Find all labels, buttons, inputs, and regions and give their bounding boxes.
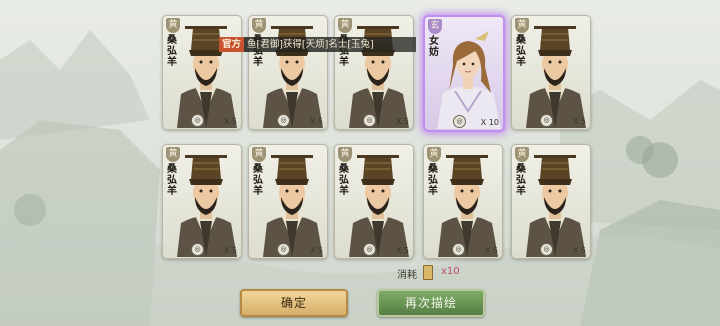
portrait-image [177, 155, 237, 257]
quality-icon: ◎ [191, 114, 204, 127]
card[interactable]: 黄 桑弘羊 ◎ X 5 [248, 144, 328, 259]
card[interactable]: 玄 女妨 ◎ X 10 [423, 15, 505, 132]
banner-text: 鱼[君御]获得[天烦]名士[玉兔] [247, 39, 374, 50]
confirm-button[interactable]: 确定 [240, 289, 348, 317]
card[interactable]: 黄 桑弘羊 ◎ X 5 [334, 15, 414, 130]
character-name: 桑弘羊 [253, 164, 263, 197]
card[interactable]: 黄 桑弘羊 ◎ X 5 [162, 15, 242, 130]
card-count: X 5 [395, 246, 409, 255]
card-count: X 10 [480, 118, 499, 127]
character-name: 桑弘羊 [516, 164, 526, 197]
cost-value: x10 [441, 266, 460, 277]
card-count: X 5 [395, 117, 409, 126]
scroll-icon [423, 265, 433, 280]
card-count: X 5 [309, 246, 323, 255]
card[interactable]: 黄 桑弘羊 ◎ X 5 [248, 15, 328, 130]
card-count: X 5 [484, 246, 498, 255]
quality-icon: ◎ [363, 114, 376, 127]
card-count: X 5 [572, 246, 586, 255]
card[interactable]: 黄 桑弘羊 ◎ X 5 [334, 144, 414, 259]
character-name: 女妨 [429, 36, 439, 58]
rank-badge: 黄 [427, 147, 441, 162]
rank-badge: 黄 [252, 147, 266, 162]
cost-label: 消耗 [397, 270, 417, 281]
rank-badge: 黄 [338, 147, 352, 162]
card[interactable]: 黄 桑弘羊 ◎ X 5 [511, 15, 591, 130]
quality-icon: ◎ [452, 243, 465, 256]
quality-icon: ◎ [540, 243, 553, 256]
rank-badge: 黄 [515, 147, 529, 162]
quality-icon: ◎ [277, 114, 290, 127]
rank-badge: 黄 [338, 18, 352, 33]
rank-badge: 黄 [166, 18, 180, 33]
quality-icon: ◎ [540, 114, 553, 127]
card[interactable]: 黄 桑弘羊 ◎ X 5 [162, 144, 242, 259]
portrait-image [526, 155, 586, 257]
quality-icon: ◎ [453, 115, 466, 128]
character-name: 桑弘羊 [167, 35, 177, 68]
quality-icon: ◎ [191, 243, 204, 256]
quality-icon: ◎ [277, 243, 290, 256]
rank-badge: 黄 [166, 147, 180, 162]
portrait-image [437, 31, 501, 129]
character-name: 桑弘羊 [428, 164, 438, 197]
banner-tag: 官方 [219, 37, 245, 52]
rank-badge: 黄 [252, 18, 266, 33]
card-count: X 5 [223, 246, 237, 255]
broadcast-banner: 官方 鱼[君御]获得[天烦]名士[玉兔] [219, 37, 416, 52]
portrait-image [526, 26, 586, 128]
card-count: X 5 [223, 117, 237, 126]
portrait-image [349, 155, 409, 257]
character-name: 桑弘羊 [167, 164, 177, 197]
card[interactable]: 黄 桑弘羊 ◎ X 5 [423, 144, 503, 259]
character-name: 桑弘羊 [516, 35, 526, 68]
portrait-image [438, 155, 498, 257]
card[interactable]: 黄 桑弘羊 ◎ X 5 [511, 144, 591, 259]
character-name: 桑弘羊 [339, 164, 349, 197]
quality-icon: ◎ [363, 243, 376, 256]
rank-badge: 黄 [515, 18, 529, 33]
portrait-image [263, 155, 323, 257]
card-count: X 5 [572, 117, 586, 126]
rank-badge: 玄 [428, 19, 442, 34]
draw-again-button[interactable]: 再次描绘 [377, 289, 485, 317]
card-count: X 5 [309, 117, 323, 126]
